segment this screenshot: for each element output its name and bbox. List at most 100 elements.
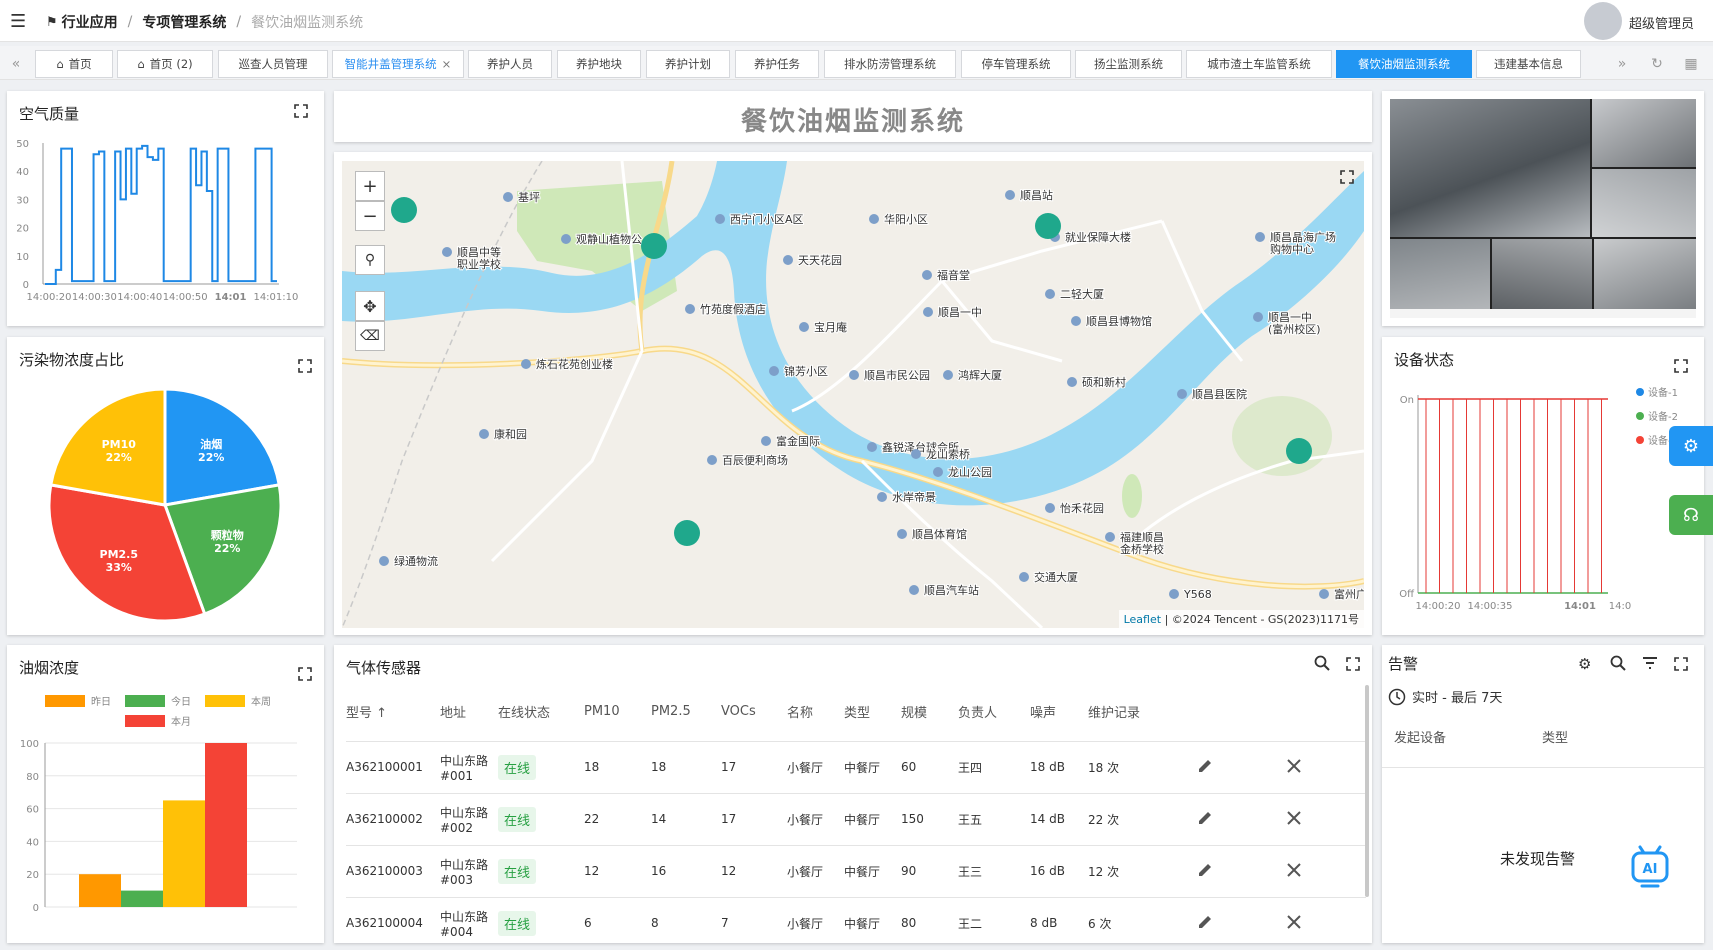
delete-icon[interactable] <box>1286 844 1366 897</box>
map-attribution: Leaflet | ©2024 Tencent - GS(2023)1171号 <box>1118 610 1364 628</box>
map-canvas[interactable]: 基坪观静山植物公顺昌中等职业学校 西宁门小区A区 华阳小区 顺昌站就业保障大楼 顺昌晶海… <box>342 161 1364 628</box>
tab-inspector-mgmt[interactable]: 巡查人员管理 <box>218 50 328 78</box>
tab-maint-task[interactable]: 养护任务 <box>735 50 819 78</box>
edit-icon[interactable] <box>1196 844 1286 897</box>
tab-illegal-building[interactable]: 违建基本信息 <box>1476 50 1581 78</box>
grid-icon[interactable]: ▦ <box>1679 50 1703 78</box>
map-label: 基坪 <box>518 191 540 204</box>
col-header[interactable]: 噪声 <box>1030 683 1088 741</box>
poi-icon <box>799 322 809 332</box>
legend-dot <box>1636 412 1644 420</box>
camera-feed[interactable] <box>1594 239 1696 309</box>
edit-icon[interactable] <box>1196 896 1286 943</box>
col-header[interactable]: VOCs <box>721 683 787 741</box>
edit-icon[interactable] <box>1196 792 1286 845</box>
camera-feed[interactable] <box>1592 99 1696 167</box>
sort-asc-icon[interactable]: ↑ <box>372 706 387 721</box>
camera-feed[interactable] <box>1492 239 1592 309</box>
fullscreen-icon[interactable] <box>298 359 312 373</box>
col-header[interactable]: 名称 <box>787 683 844 741</box>
col-header[interactable]: 类型 <box>844 683 901 741</box>
table-row[interactable]: A362100003 中山东路 #003 在线 12 16 12 小餐厅 中餐厅 90 王三 16 d… <box>346 844 1366 897</box>
col-header[interactable]: 地址 <box>440 683 498 741</box>
y-tick-label: 30 <box>16 195 29 206</box>
move-tool-icon[interactable]: ✥ <box>355 291 385 321</box>
zoom-in-button[interactable]: + <box>355 171 385 201</box>
poi-icon <box>897 529 907 539</box>
tab-muck-truck[interactable]: 城市渣土车监管系统 <box>1186 50 1332 78</box>
tab-maint-plan[interactable]: 养护计划 <box>646 50 730 78</box>
y-tick-label: 50 <box>16 139 29 150</box>
zoom-out-button[interactable]: − <box>355 201 385 231</box>
col-header[interactable]: PM10 <box>584 683 651 741</box>
col-header[interactable]: 负责人 <box>958 683 1030 741</box>
col-header[interactable]: 规模 <box>901 683 958 741</box>
tab-parking[interactable]: 停车管理系统 <box>961 50 1071 78</box>
table-row[interactable]: A362100001 中山东路 #001 在线 18 18 17 小餐厅 中餐厅 60 王四 18 d… <box>346 740 1366 793</box>
breadcrumb-item[interactable]: 专项管理系统 <box>142 12 226 32</box>
fullscreen-icon[interactable] <box>298 667 312 681</box>
camera-feed[interactable] <box>1390 239 1490 309</box>
air-quality-chart: 0 10 20 30 40 50 14:00:20 14:00:30 14:00:40 14:00… <box>16 139 298 303</box>
menu-icon[interactable]: ☰ <box>10 11 26 32</box>
table-row[interactable]: A362100002 中山东路 #002 在线 22 14 17 小餐厅 中餐厅 150 王五 14 … <box>346 792 1366 845</box>
eraser-tool-icon[interactable]: ⌫ <box>355 321 385 351</box>
tab-maint-plots[interactable]: 养护地块 <box>557 50 641 78</box>
tab-manhole-system[interactable]: 智能井盖管理系统 × <box>332 50 464 78</box>
tabs-next-icon[interactable]: » <box>1610 50 1634 78</box>
tabs-prev-icon[interactable]: « <box>4 50 28 78</box>
cell-type: 中餐厅 <box>844 792 901 845</box>
gear-icon[interactable]: ⚙ <box>1578 655 1591 673</box>
delete-icon[interactable] <box>1286 792 1366 845</box>
fullscreen-icon[interactable] <box>1346 656 1360 675</box>
support-float-button[interactable]: ☊ <box>1669 495 1713 535</box>
tab-dust[interactable]: 扬尘监测系统 <box>1075 50 1182 78</box>
tab-home[interactable]: ⌂ 首页 <box>35 50 113 78</box>
col-header-actions <box>1196 683 1286 741</box>
poi-icon <box>1071 316 1081 326</box>
tab-oil-smoke[interactable]: 餐饮油烟监测系统 <box>1336 50 1472 78</box>
map-label: 顺昌汽车站 <box>924 583 979 597</box>
cell-address: 中山东路 #004 <box>440 896 498 943</box>
filter-icon[interactable] <box>1642 655 1658 675</box>
col-header[interactable]: 在线状态 <box>498 683 584 741</box>
fullscreen-icon[interactable] <box>1674 359 1688 373</box>
delete-icon[interactable] <box>1286 740 1366 793</box>
map-marker-tool-icon[interactable]: ⚲ <box>355 245 385 275</box>
tab-home-2[interactable]: ⌂ 首页 (2) <box>117 50 213 78</box>
alerts-card: 告警 ⚙ 实时 - 最后 7天 发起设备 类型 未发现告警 AI <box>1382 645 1704 943</box>
table-row[interactable]: A362100004 中山东路 #004 在线 6 8 7 小餐厅 中餐厅 80 王二 8 dB 6 次 <box>346 896 1366 943</box>
delete-icon[interactable] <box>1286 896 1366 943</box>
x-tick-label: 14:00:50 <box>163 292 208 303</box>
user-name[interactable]: 超级管理员 <box>1629 13 1694 32</box>
col-header[interactable]: PM2.5 <box>651 683 721 741</box>
breadcrumb-item[interactable]: 行业应用 <box>62 12 118 32</box>
search-icon[interactable] <box>1610 655 1626 675</box>
refresh-icon[interactable]: ↻ <box>1645 50 1669 78</box>
time-range[interactable]: 实时 - 最后 7天 <box>1388 687 1502 706</box>
fullscreen-icon[interactable] <box>294 104 308 118</box>
camera-grid[interactable] <box>1390 99 1696 318</box>
settings-float-button[interactable]: ⚙ <box>1669 426 1713 466</box>
camera-feed[interactable] <box>1592 169 1696 237</box>
map-label: Y568 <box>1183 588 1212 601</box>
col-header[interactable]: 型号 ↑ <box>346 683 440 741</box>
tab-drainage[interactable]: 排水防涝管理系统 <box>824 50 956 78</box>
ai-assistant-icon[interactable]: AI <box>1630 843 1670 895</box>
map-fullscreen-icon[interactable] <box>1340 169 1354 188</box>
map[interactable]: 基坪 观静山植物公 顺昌中等 职业学校 西宁门小区A区 华阳小区 顺昌站 就业保障大楼 顺昌晶海… <box>342 161 1364 628</box>
poi-icon <box>1045 503 1055 513</box>
tab-maint-staff[interactable]: 养护人员 <box>468 50 552 78</box>
search-icon[interactable] <box>1314 655 1330 675</box>
close-icon[interactable]: × <box>442 57 452 71</box>
col-header[interactable]: 维护记录 <box>1088 683 1196 741</box>
cell-maint: 18 次 <box>1088 740 1196 793</box>
camera-feed[interactable] <box>1390 99 1590 237</box>
leaflet-link[interactable]: Leaflet <box>1124 613 1161 626</box>
avatar[interactable] <box>1584 2 1622 40</box>
poi-icon <box>849 370 859 380</box>
fullscreen-icon[interactable] <box>1674 656 1688 675</box>
edit-icon[interactable] <box>1196 740 1286 793</box>
table-scrollbar[interactable] <box>1365 685 1369 897</box>
map-label: 水岸帝景 <box>892 490 936 504</box>
